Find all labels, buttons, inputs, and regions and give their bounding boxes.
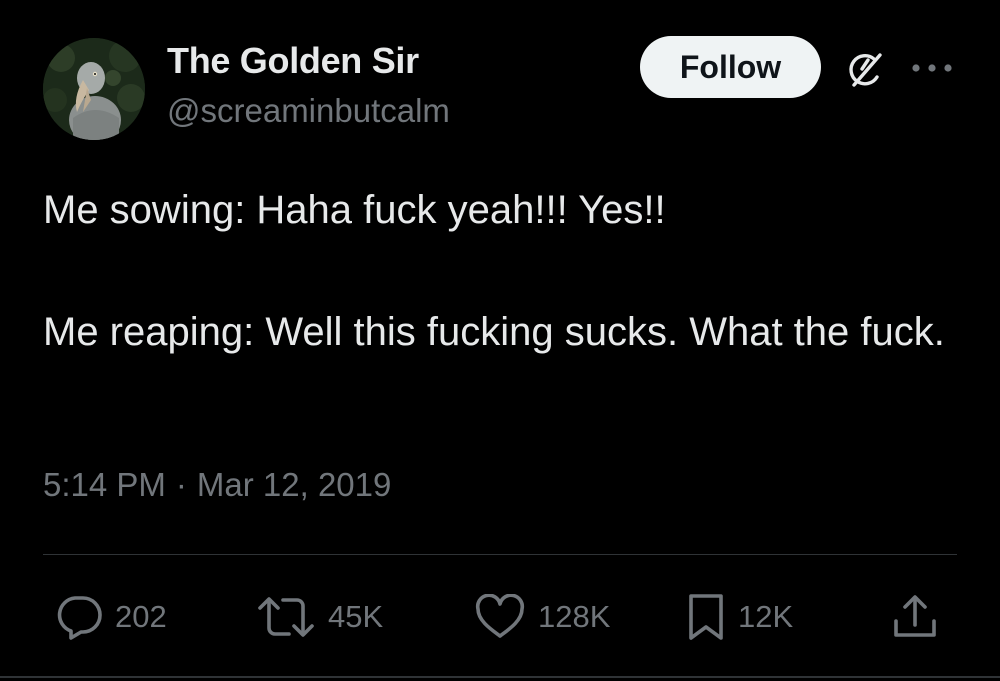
retweet-icon <box>258 597 314 637</box>
tweet-date[interactable]: Mar 12, 2019 <box>197 466 391 503</box>
timestamp[interactable]: 5:14 PM · Mar 12, 2019 <box>43 466 391 504</box>
retweet-button[interactable]: 45K <box>256 592 383 642</box>
follow-button[interactable]: Follow <box>640 36 821 98</box>
author-display-name[interactable]: The Golden Sir <box>167 40 419 82</box>
tweet-time[interactable]: 5:14 PM <box>43 466 166 503</box>
reply-icon <box>57 596 102 640</box>
bottom-divider <box>0 676 1000 678</box>
tweet-card: The Golden Sir @screaminbutcalm Follow M… <box>0 0 1000 681</box>
share-button[interactable] <box>890 592 940 642</box>
author-handle[interactable]: @screaminbutcalm <box>167 92 450 130</box>
like-button[interactable]: 128K <box>474 592 610 642</box>
reply-button[interactable]: 202 <box>55 592 167 642</box>
reply-count: 202 <box>115 599 167 634</box>
grok-icon[interactable] <box>842 47 888 93</box>
avatar[interactable] <box>43 38 145 140</box>
share-icon <box>894 595 936 637</box>
heart-icon <box>475 594 525 638</box>
like-count: 128K <box>538 599 611 634</box>
divider <box>43 554 957 555</box>
bookmark-button[interactable]: 12K <box>686 592 793 642</box>
retweet-count: 45K <box>328 599 384 634</box>
more-horizontal-icon[interactable] <box>910 60 956 76</box>
bookmark-icon <box>689 594 723 640</box>
tweet-paragraph: Me reaping: Well this fucking sucks. Wha… <box>43 310 945 354</box>
tweet-paragraph: Me sowing: Haha fuck yeah!!! Yes!! <box>43 188 666 232</box>
bookmark-count: 12K <box>738 599 794 634</box>
tweet-text: Me sowing: Haha fuck yeah!!! Yes!! Me re… <box>43 180 953 363</box>
shoebill-avatar-image <box>43 38 145 140</box>
timestamp-separator: · <box>175 466 187 503</box>
